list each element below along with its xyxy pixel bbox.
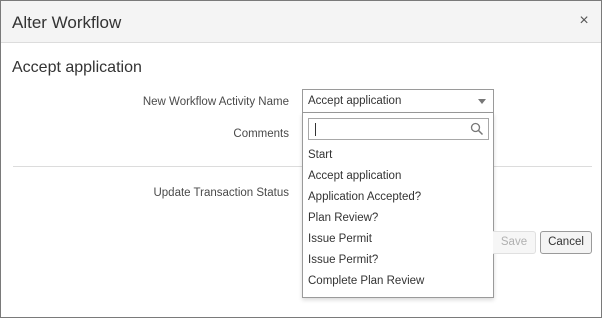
- comments-label: Comments: [233, 128, 289, 140]
- dropdown-search-field[interactable]: [308, 118, 489, 140]
- dropdown-option[interactable]: Plan Review?: [303, 208, 493, 229]
- section-title: Accept application: [12, 59, 142, 76]
- search-icon[interactable]: [470, 122, 484, 136]
- chevron-down-icon[interactable]: [478, 99, 486, 104]
- dropdown-option[interactable]: Complete Plan Review: [303, 271, 493, 292]
- cancel-button[interactable]: Cancel: [540, 231, 592, 254]
- dropdown-option[interactable]: Issue Permit?: [303, 250, 493, 271]
- dropdown-options: Start Accept application Application Acc…: [303, 145, 493, 292]
- activity-dropdown: Start Accept application Application Acc…: [302, 113, 494, 298]
- dialog-header: Alter Workflow ×: [1, 1, 601, 43]
- dialog-title: Alter Workflow: [12, 13, 122, 32]
- save-button[interactable]: Save: [493, 231, 536, 254]
- dropdown-option[interactable]: Application Accepted?: [303, 187, 493, 208]
- text-cursor: [315, 123, 316, 136]
- dropdown-option[interactable]: Start: [303, 145, 493, 166]
- activity-name-select[interactable]: Accept application: [302, 89, 494, 113]
- activity-name-label: New Workflow Activity Name: [142, 96, 289, 108]
- alter-workflow-dialog: Alter Workflow × Accept application New …: [0, 0, 602, 318]
- dropdown-option[interactable]: Accept application: [303, 166, 493, 187]
- close-icon[interactable]: ×: [576, 13, 592, 29]
- update-status-label: Update Transaction Status: [153, 187, 289, 199]
- dropdown-search-input[interactable]: [309, 119, 469, 139]
- dropdown-option[interactable]: Issue Permit: [303, 229, 493, 250]
- select-value: Accept application: [308, 95, 402, 107]
